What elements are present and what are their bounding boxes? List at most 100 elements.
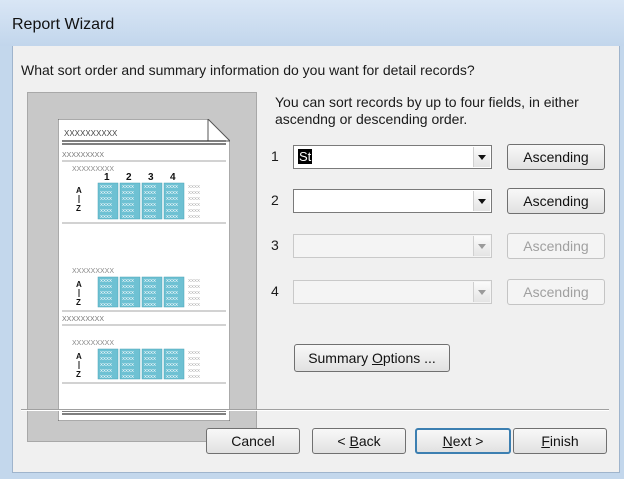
preview-cell-text: XXXX xyxy=(100,374,112,379)
preview-cell-text: XXXX xyxy=(144,290,156,295)
back-button[interactable]: < Back xyxy=(312,428,406,454)
summary-label-post: ptions ... xyxy=(382,350,436,366)
preview-sort-glyph-a: A xyxy=(76,352,82,361)
preview-column-number: 2 xyxy=(126,172,132,183)
cancel-button[interactable]: Cancel xyxy=(206,428,300,454)
summary-label-accel: O xyxy=(371,350,383,366)
preview-cell-text: XXXX xyxy=(166,374,178,379)
sort-field-4-combo[interactable] xyxy=(293,280,492,304)
finish-label-accel: F xyxy=(541,433,550,449)
sort-order-2-button[interactable]: Ascending xyxy=(507,188,605,214)
preview-cell-text: XXXX xyxy=(122,368,134,373)
sort-row-2-number: 2 xyxy=(271,192,279,208)
preview-cell-text: XXXX xyxy=(122,362,134,367)
sort-order-3-button[interactable]: Ascending xyxy=(507,233,605,259)
preview-cell-text: XXXX xyxy=(188,184,200,189)
preview-cell-text: XXXX xyxy=(100,278,112,283)
preview-cell-text: XXXX xyxy=(166,284,178,289)
preview-cell-text: XXXX xyxy=(122,184,134,189)
preview-cell-text: XXXX xyxy=(144,190,156,195)
preview-cell-text: XXXX xyxy=(100,208,112,213)
preview-cell-text: XXXX xyxy=(166,214,178,219)
preview-sort-glyph-a: A xyxy=(76,186,82,195)
preview-cell-text: XXXX xyxy=(122,190,134,195)
preview-cell-text: XXXX xyxy=(144,196,156,201)
preview-sort-glyph-a: A xyxy=(76,280,82,289)
preview-cell-text: XXXX xyxy=(144,362,156,367)
summary-options-button[interactable]: Summary Options ... xyxy=(294,344,450,372)
preview-cell-text: XXXX xyxy=(166,356,178,361)
preview-column-number: 4 xyxy=(170,172,176,183)
next-button[interactable]: Next > xyxy=(415,428,511,454)
preview-cell-text: XXXX xyxy=(188,196,200,201)
preview-title-text: XXXXXXXXXX xyxy=(64,129,118,138)
preview-cell-text: XXXX xyxy=(166,190,178,195)
preview-column-number: 1 xyxy=(104,172,110,183)
preview-cell-text: XXXX xyxy=(100,196,112,201)
chevron-down-icon[interactable] xyxy=(473,191,490,211)
preview-cell-text: XXXX xyxy=(100,362,112,367)
preview-cell-text: XXXX xyxy=(166,208,178,213)
preview-cell-text: XXXX xyxy=(188,356,200,361)
preview-subheader: XXXXXXXXX xyxy=(72,340,114,347)
preview-cell-text: XXXX xyxy=(122,302,134,307)
preview-cell-text: XXXX xyxy=(166,278,178,283)
preview-cell-text: XXXX xyxy=(122,278,134,283)
next-label-accel: N xyxy=(442,433,453,449)
preview-cell-text: XXXX xyxy=(122,374,134,379)
preview-cell-text: XXXX xyxy=(166,202,178,207)
preview-cell-text: XXXX xyxy=(188,350,200,355)
preview-cell-text: XXXX xyxy=(144,184,156,189)
preview-cell-text: XXXX xyxy=(166,290,178,295)
footer-separator xyxy=(21,409,609,411)
sort-field-3-combo[interactable] xyxy=(293,234,492,258)
sort-field-2-combo[interactable] xyxy=(293,189,492,213)
preview-cell-text: XXXX xyxy=(100,184,112,189)
sort-order-1-button[interactable]: Ascending xyxy=(507,144,605,170)
preview-cell-text: XXXX xyxy=(100,368,112,373)
finish-button[interactable]: Finish xyxy=(513,428,607,454)
back-label-pre: < xyxy=(337,433,350,449)
preview-group-header: XXXXXXXXX xyxy=(62,152,104,159)
preview-cell-text: XXXX xyxy=(144,284,156,289)
preview-cell-text: XXXX xyxy=(122,296,134,301)
preview-cell-text: XXXX xyxy=(122,350,134,355)
preview-cell-text: XXXX xyxy=(122,202,134,207)
sort-field-1-value: St xyxy=(298,149,313,164)
preview-cell-text: XXXX xyxy=(100,214,112,219)
chevron-down-icon[interactable] xyxy=(473,147,490,167)
preview-cell-text: XXXX xyxy=(122,284,134,289)
preview-cell-text: XXXX xyxy=(188,278,200,283)
preview-cell-text: XXXX xyxy=(144,350,156,355)
preview-cell-text: XXXX xyxy=(188,374,200,379)
sort-field-1-combo[interactable]: St xyxy=(293,145,492,169)
sort-row-4-number: 4 xyxy=(271,283,279,299)
preview-cell-text: XXXX xyxy=(144,302,156,307)
preview-cell-text: XXXX xyxy=(100,290,112,295)
dialog-body: What sort order and summary information … xyxy=(12,46,620,473)
preview-sort-glyph-z: Z xyxy=(76,370,81,379)
preview-group-header: XXXXXXXXX xyxy=(62,316,104,323)
preview-cell-text: XXXX xyxy=(144,208,156,213)
preview-cell-text: XXXX xyxy=(166,302,178,307)
preview-sort-glyph-z: Z xyxy=(76,204,81,213)
chevron-down-icon[interactable] xyxy=(473,236,490,256)
back-label-post: ack xyxy=(358,433,381,449)
report-preview-panel: XXXXXXXXXX XXXXXXXXX XXXXXXXXX 1 2 3 4 A Z XXXX X… xyxy=(27,92,257,442)
preview-cell-text: XXXX xyxy=(100,302,112,307)
preview-cell-text: XXXX xyxy=(100,350,112,355)
preview-cell-text: XXXX xyxy=(122,196,134,201)
preview-cell-text: XXXX xyxy=(144,368,156,373)
preview-subheader: XXXXXXXXX xyxy=(72,268,114,275)
finish-label-post: inish xyxy=(549,433,579,449)
sort-order-4-button[interactable]: Ascending xyxy=(507,279,605,305)
sort-row-1-number: 1 xyxy=(271,148,279,164)
preview-cell-text: XXXX xyxy=(166,196,178,201)
preview-cell-text: XXXX xyxy=(188,296,200,301)
summary-label-pre: Summary xyxy=(308,350,372,366)
preview-cell-text: XXXX xyxy=(100,356,112,361)
preview-cell-text: XXXX xyxy=(100,296,112,301)
preview-cell-text: XXXX xyxy=(144,202,156,207)
chevron-down-icon[interactable] xyxy=(473,282,490,302)
preview-cell-text: XXXX xyxy=(188,214,200,219)
